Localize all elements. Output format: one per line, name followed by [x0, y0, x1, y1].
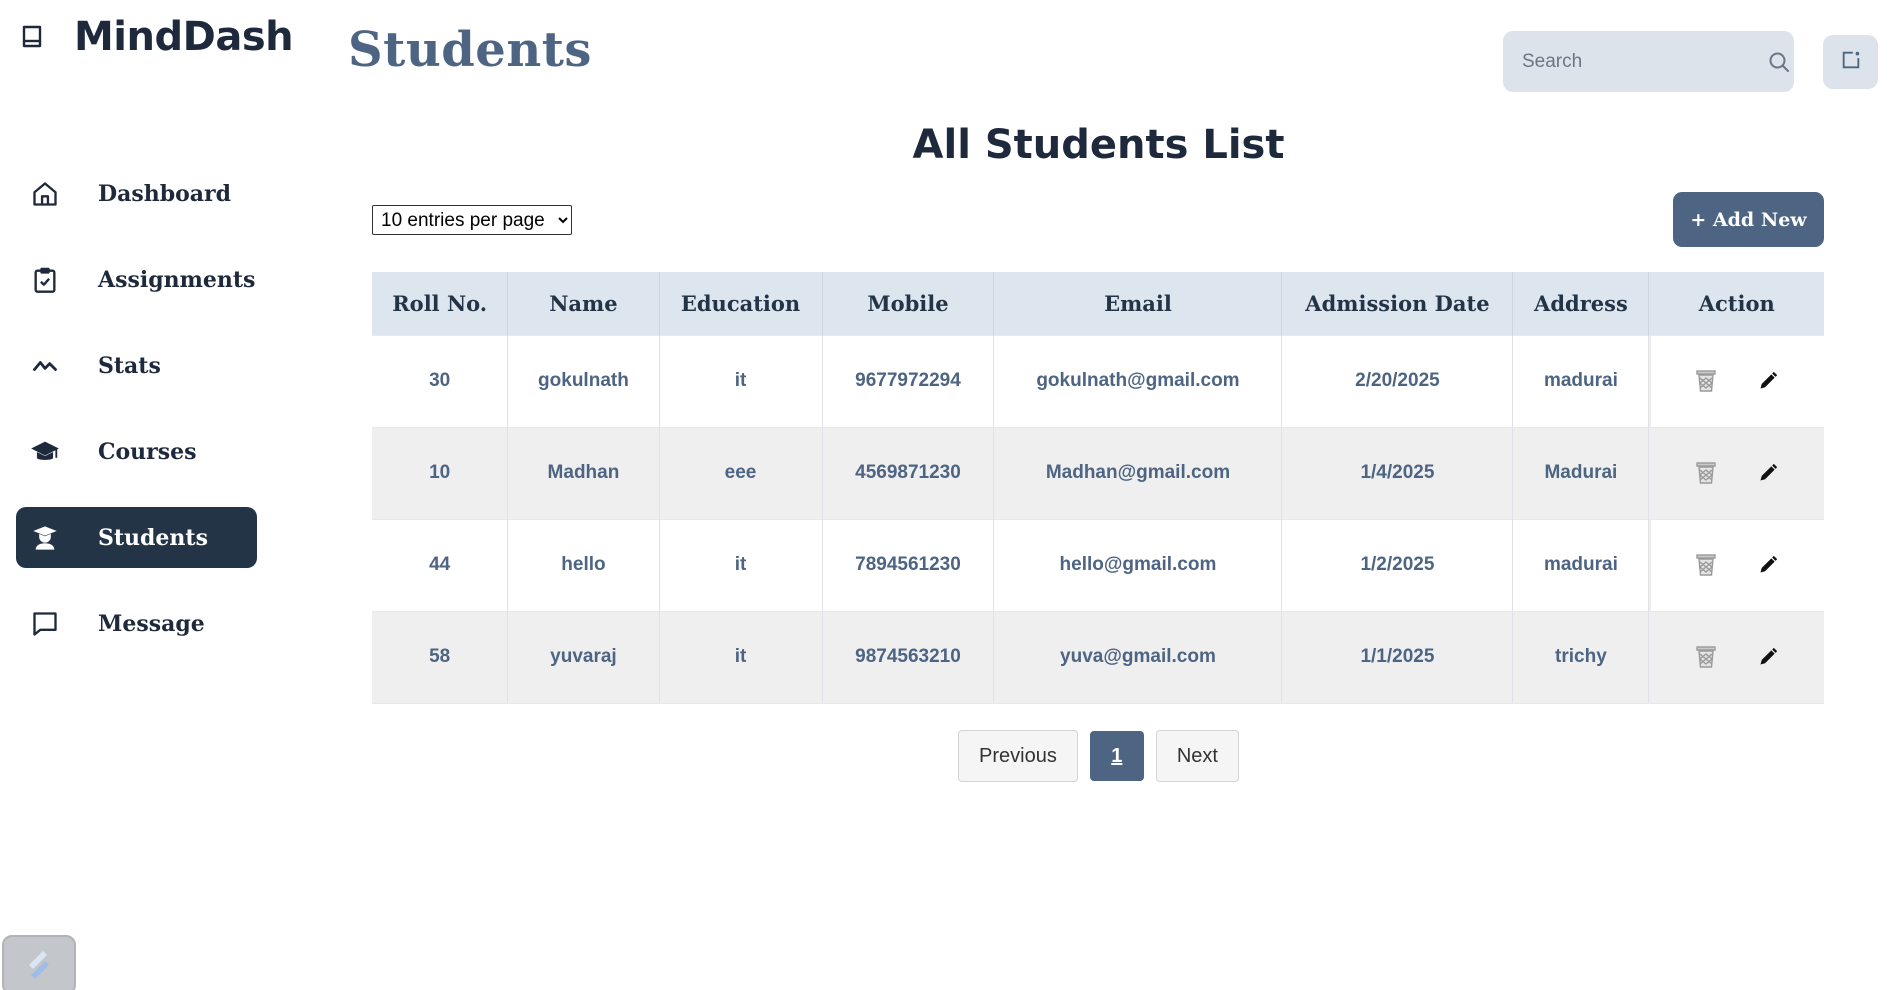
cell-mobile: 9874563210	[822, 610, 995, 704]
cell-admission-date: 2/20/2025	[1281, 334, 1514, 427]
sidebar-item-label: Message	[98, 610, 205, 637]
clipboard-check-icon	[30, 265, 60, 295]
students-table: Roll No. Name Education Mobile Email Adm…	[372, 272, 1824, 704]
column-header-name[interactable]: Name	[507, 272, 660, 335]
sidebar-item-label: Dashboard	[98, 180, 231, 207]
column-header-address[interactable]: Address	[1512, 272, 1650, 335]
cell-mobile: 9677972294	[822, 334, 995, 427]
table-row: 44 hello it 7894561230 hello@gmail.com 1…	[372, 518, 1824, 611]
graduation-cap-icon	[30, 437, 60, 467]
column-header-roll[interactable]: Roll No.	[372, 272, 509, 335]
cell-admission-date: 1/2/2025	[1281, 518, 1514, 611]
cell-address: madurai	[1512, 334, 1650, 427]
book-icon	[18, 22, 48, 52]
edit-pencil-icon[interactable]	[1754, 367, 1782, 395]
cell-education: it	[659, 518, 823, 611]
column-header-education[interactable]: Education	[659, 272, 823, 335]
cell-action	[1648, 610, 1824, 704]
column-header-admission-date[interactable]: Admission Date	[1281, 272, 1514, 335]
cell-email: gokulnath@gmail.com	[993, 334, 1283, 427]
column-header-mobile[interactable]: Mobile	[822, 272, 995, 335]
lightning-logo-icon	[21, 945, 57, 986]
edit-pencil-icon[interactable]	[1754, 459, 1782, 487]
sidebar-nav: Dashboard Assignments Stats Courses Stud…	[16, 163, 257, 679]
sidebar-item-stats[interactable]: Stats	[16, 335, 257, 396]
sidebar: MindDash Dashboard Assignments Stats Cou…	[0, 0, 320, 990]
entries-per-page-select[interactable]: 10 entries per page	[372, 205, 572, 235]
app-name: MindDash	[74, 14, 294, 60]
floating-widget-button[interactable]	[2, 935, 76, 990]
search-box[interactable]	[1503, 31, 1794, 92]
cell-email: hello@gmail.com	[993, 518, 1283, 611]
cell-name: gokulnath	[507, 334, 660, 427]
cell-admission-date: 1/1/2025	[1281, 610, 1514, 704]
cell-name: yuvaraj	[507, 610, 660, 704]
cell-education: it	[659, 610, 823, 704]
sidebar-item-assignments[interactable]: Assignments	[16, 249, 257, 310]
cell-action	[1648, 518, 1824, 611]
previous-page-button[interactable]: Previous	[958, 730, 1078, 782]
cell-address: madurai	[1512, 518, 1650, 611]
next-page-button[interactable]: Next	[1155, 730, 1239, 782]
pagination: Previous 1 Next	[958, 730, 1239, 782]
cell-address: trichy	[1512, 610, 1650, 704]
page-title: Students	[348, 22, 592, 78]
search-icon[interactable]	[1767, 48, 1791, 76]
cell-admission-date: 1/4/2025	[1281, 426, 1514, 519]
trend-line-icon	[30, 351, 60, 381]
cell-mobile: 7894561230	[822, 518, 995, 611]
cell-education: eee	[659, 426, 823, 519]
message-square-icon	[30, 609, 60, 639]
table-row: 58 yuvaraj it 9874563210 yuva@gmail.com …	[372, 610, 1824, 704]
cell-roll: 44	[372, 518, 509, 611]
cell-action	[1648, 426, 1824, 519]
search-input[interactable]	[1522, 50, 1767, 73]
trash-icon[interactable]	[1692, 551, 1720, 579]
list-title: All Students List	[912, 122, 1285, 168]
sidebar-item-dashboard[interactable]: Dashboard	[16, 163, 257, 224]
external-box-icon	[1840, 49, 1862, 76]
cell-address: Madurai	[1512, 426, 1650, 519]
trash-icon[interactable]	[1692, 643, 1720, 671]
column-header-email[interactable]: Email	[993, 272, 1283, 335]
sidebar-item-label: Courses	[98, 438, 197, 465]
external-link-button[interactable]	[1823, 35, 1878, 89]
cell-roll: 30	[372, 334, 509, 427]
add-new-button[interactable]: + Add New	[1673, 192, 1824, 247]
column-header-action: Action	[1648, 272, 1824, 335]
current-page-button[interactable]: 1	[1089, 731, 1144, 781]
cell-mobile: 4569871230	[822, 426, 995, 519]
sidebar-item-label: Assignments	[98, 266, 256, 293]
edit-pencil-icon[interactable]	[1754, 551, 1782, 579]
sidebar-item-message[interactable]: Message	[16, 593, 257, 654]
trash-icon[interactable]	[1692, 459, 1720, 487]
sidebar-item-label: Stats	[98, 352, 161, 379]
student-icon	[30, 523, 60, 553]
cell-roll: 10	[372, 426, 509, 519]
edit-pencil-icon[interactable]	[1754, 643, 1782, 671]
cell-email: Madhan@gmail.com	[993, 426, 1283, 519]
sidebar-item-courses[interactable]: Courses	[16, 421, 257, 482]
trash-icon[interactable]	[1692, 367, 1720, 395]
cell-roll: 58	[372, 610, 509, 704]
cell-name: Madhan	[507, 426, 660, 519]
cell-action	[1648, 334, 1824, 427]
brand[interactable]: MindDash	[18, 14, 294, 60]
sidebar-item-label: Students	[98, 524, 208, 551]
sidebar-item-students[interactable]: Students	[16, 507, 257, 568]
table-row: 30 gokulnath it 9677972294 gokulnath@gma…	[372, 334, 1824, 427]
cell-email: yuva@gmail.com	[993, 610, 1283, 704]
table-row: 10 Madhan eee 4569871230 Madhan@gmail.co…	[372, 426, 1824, 519]
cell-name: hello	[507, 518, 660, 611]
cell-education: it	[659, 334, 823, 427]
home-icon	[30, 179, 60, 209]
table-header-row: Roll No. Name Education Mobile Email Adm…	[372, 272, 1824, 335]
